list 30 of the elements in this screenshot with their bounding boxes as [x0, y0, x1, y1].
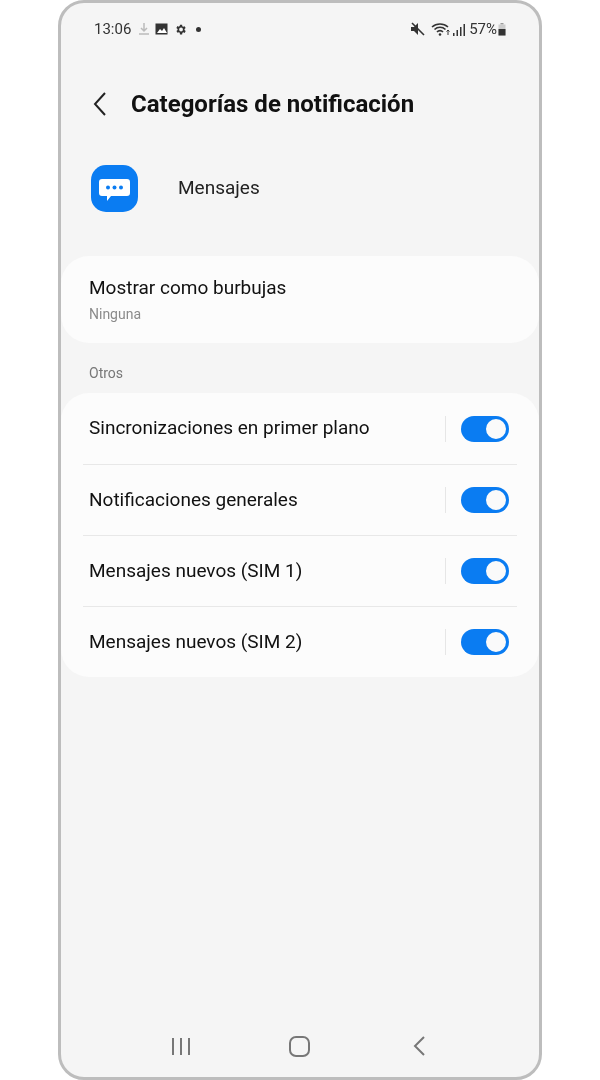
app-name: Mensajes [178, 174, 260, 201]
category-label: Notificaciones generales [88, 486, 299, 513]
page-title: Categorías de notificación [131, 89, 415, 120]
gear-icon [174, 22, 188, 36]
battery-percentage: 57% [469, 18, 497, 40]
setting-title: Mostrar como burbujas [89, 274, 288, 301]
back-nav-icon [413, 1036, 426, 1056]
chat-bubble-icon [91, 164, 138, 212]
category-label: Mensajes nuevos (SIM 1) [88, 557, 304, 584]
bubbles-setting[interactable]: Mostrar como burbujas Ninguna [61, 256, 539, 343]
toggle-switch[interactable] [461, 487, 509, 513]
home-icon [289, 1035, 311, 1057]
back-icon [93, 92, 107, 116]
setting-value: Ninguna [89, 305, 143, 325]
signal-icon [453, 22, 466, 36]
recent-apps-icon [170, 1036, 191, 1056]
toggle-switch[interactable] [461, 415, 509, 442]
toggle-switch[interactable] [461, 629, 509, 655]
section-header: Otros [89, 364, 125, 383]
download-icon [139, 23, 150, 35]
category-label: Sincronizaciones en primer plano [88, 415, 371, 442]
dot-icon [196, 26, 202, 32]
wifi-icon [431, 22, 452, 36]
home-button[interactable] [288, 1034, 312, 1058]
battery-icon [498, 22, 506, 36]
category-label: Mensajes nuevos (SIM 2) [88, 628, 304, 655]
mute-icon [410, 22, 426, 36]
status-time: 13:06 [94, 18, 132, 40]
image-icon [155, 23, 169, 35]
toggle-switch[interactable] [461, 558, 509, 584]
